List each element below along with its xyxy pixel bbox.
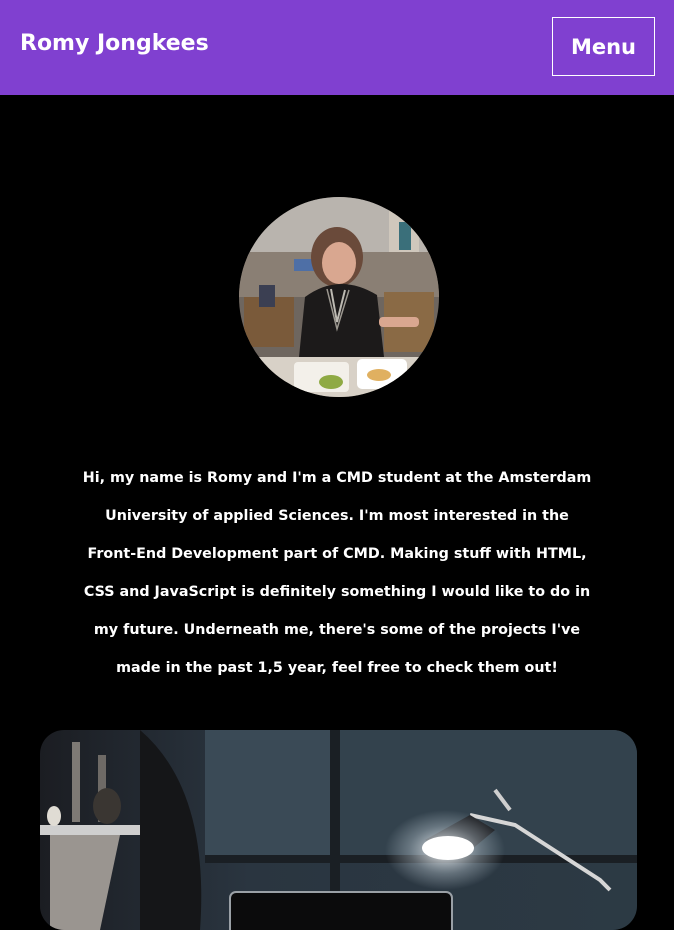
project-card[interactable] (40, 730, 637, 930)
desk-lamp-photo (40, 730, 637, 930)
profile-photo (239, 197, 439, 397)
site-header: Romy Jongkees Menu (0, 0, 674, 95)
intro-text: Hi, my name is Romy and I'm a CMD studen… (82, 470, 592, 676)
site-title[interactable]: Romy Jongkees (20, 29, 209, 59)
menu-button[interactable]: Menu (552, 17, 655, 76)
